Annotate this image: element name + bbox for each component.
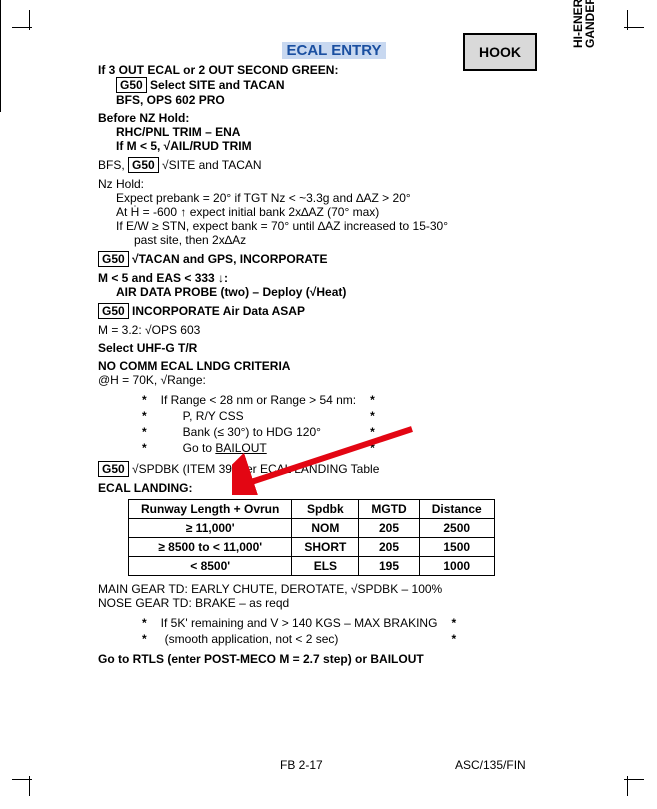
s1-line3: BFS, OPS 602 PRO xyxy=(116,93,570,107)
s6-l1: M < 5 and EAS < 333 ↓: xyxy=(98,271,570,285)
s9: Select UHF-G T/R xyxy=(98,341,570,355)
s2-line3: If M < 5, √AIL/RUD TRIM xyxy=(116,139,570,153)
s10-h: NO COMM ECAL LNDG CRITERIA xyxy=(98,359,570,373)
s7-text: INCORPORATE Air Data ASAP xyxy=(132,304,305,318)
s2-line1: Before NZ Hold: xyxy=(98,111,570,125)
table-title: ECAL LANDING: xyxy=(98,481,570,495)
s11-text: √SPDBK (ITEM 39) per ECAL LANDING Table xyxy=(132,462,379,476)
s2-line2: RHC/PNL TRIM – ENA xyxy=(116,125,570,139)
landing-table: Runway Length + OvrunSpdbkMGTDDistance ≥… xyxy=(128,499,495,576)
g50-box: G50 xyxy=(116,77,147,93)
bailout-link: BAILOUT xyxy=(215,441,266,455)
s1-line1: If 3 OUT ECAL or 2 OUT SECOND GREEN: xyxy=(98,63,570,77)
page-content: ECAL ENTRY If 3 OUT ECAL or 2 OUT SECOND… xyxy=(98,42,570,670)
s4-l4: past site, then 2x∆Az xyxy=(134,233,570,247)
g50-box: G50 xyxy=(98,303,129,319)
s14: Go to RTLS (enter POST-MECO M = 2.7 step… xyxy=(98,652,570,666)
s6-l2: AIR DATA PROBE (two) – Deploy (√Heat) xyxy=(116,285,570,299)
s3-pre: BFS, xyxy=(98,158,128,172)
g50-box: G50 xyxy=(98,251,129,267)
s12-l1: MAIN GEAR TD: EARLY CHUTE, DEROTATE, √SP… xyxy=(98,582,570,596)
g50-box: G50 xyxy=(98,461,129,477)
s4-head: Nz Hold: xyxy=(98,177,570,191)
s3-post: √SITE and TACAN xyxy=(159,158,262,172)
page-title: ECAL ENTRY xyxy=(282,42,385,59)
s12-l2: NOSE GEAR TD: BRAKE – as reqd xyxy=(98,596,570,610)
s1-line2: Select SITE and TACAN xyxy=(147,78,285,92)
s10-l: @H = 70K, √Range: xyxy=(98,373,570,387)
criteria-table: *If Range < 28 nm or Range > 54 nm:* *P,… xyxy=(134,391,383,457)
footer-left: FB 2-17 xyxy=(280,758,323,772)
side-label: HI-ENER GANDER xyxy=(572,0,596,48)
g50-box: G50 xyxy=(128,157,159,173)
s4-l1: Expect prebank = 20° if TGT Nz < ~3.3g a… xyxy=(116,191,570,205)
s4-l3: If E/W ≥ STN, expect bank = 70° until ∆A… xyxy=(116,219,570,233)
s8: M = 3.2: √OPS 603 xyxy=(98,323,570,337)
s4-l2: At Ḣ = -600 ↑ expect initial bank 2x∆AZ … xyxy=(116,205,570,219)
footer-right: ASC/135/FIN xyxy=(455,758,526,772)
s5-text: √TACAN and GPS, INCORPORATE xyxy=(132,252,327,266)
braking-table: *If 5K' remaining and V > 140 KGS – MAX … xyxy=(134,614,464,648)
